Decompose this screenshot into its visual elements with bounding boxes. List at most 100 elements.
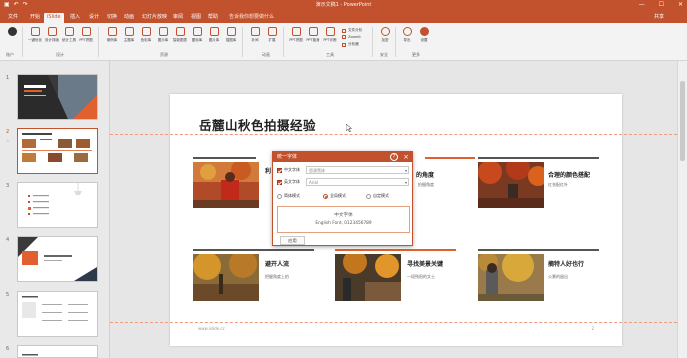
image-library-button[interactable]: 图片库 [206, 26, 222, 50]
mode-radio-simple[interactable]: 简体模式 [277, 193, 300, 199]
lock-icon [380, 27, 390, 36]
theme-library-button[interactable]: 主题库 [121, 26, 137, 50]
tab-slideshow[interactable]: 幻灯片放映 [139, 13, 170, 23]
thumb-number: 6 [6, 346, 10, 352]
tab-design[interactable]: 设计 [86, 13, 102, 23]
slide-title[interactable]: 岳麓山秋色拍摄经验 [199, 115, 316, 134]
card-top-bar [193, 249, 314, 251]
slide-footer-website: www.islide.cc [198, 326, 225, 331]
one-click-optimize-button[interactable]: 一键优化 [27, 26, 43, 50]
radio-icon[interactable] [277, 193, 282, 199]
group-more-label: 更多 [412, 52, 420, 57]
unify-font-dialog: 统一字体 ? × 中文字体 思源黑体 ▾ 英文字体 Arial ▾ 简体模式 全… [272, 151, 413, 246]
puzzle-icon [81, 27, 91, 36]
settings-button[interactable]: 设置 [416, 26, 432, 50]
english-font-select[interactable]: Arial ▾ [306, 178, 409, 186]
stats-tool-button[interactable]: 统计工具 [61, 26, 77, 50]
analyzer-item[interactable]: 分析器 [342, 42, 359, 47]
slide-thumbnail-1[interactable] [17, 74, 98, 120]
photo-autumn-trees[interactable] [478, 162, 544, 208]
tab-home[interactable]: 开始 [27, 13, 43, 23]
maximize-icon[interactable]: ☐ [659, 1, 664, 8]
mode-radio-custom[interactable]: 自定模式 [366, 193, 389, 199]
minimize-icon[interactable]: — [639, 1, 645, 8]
tab-animations[interactable]: 动画 [121, 13, 137, 23]
tab-islide[interactable]: iSlide [44, 13, 64, 23]
tab-review[interactable]: 审阅 [170, 13, 186, 23]
window-controls: — ☐ ✕ [639, 1, 683, 8]
mode-radio-global[interactable]: 全局模式 [323, 193, 346, 199]
tab-view[interactable]: 视图 [188, 13, 204, 23]
ribbon: 账户 一键优化 设计排版 统计工具 PPT拼图 设计 案例库 主题库 色彩库 图… [0, 23, 687, 61]
smart-guide-line [110, 134, 677, 135]
extend-button[interactable]: 扩展 [264, 26, 280, 50]
slide-thumbnail-5[interactable] [17, 291, 98, 337]
photo-autumn-hill[interactable] [193, 254, 259, 301]
export-button[interactable]: 导出 [399, 26, 415, 50]
thumb-number: 4 [6, 237, 10, 243]
case-library-button[interactable]: 案例库 [104, 26, 120, 50]
color-library-button[interactable]: 色彩库 [138, 26, 154, 50]
radio-icon[interactable] [366, 193, 371, 199]
chinese-font-checkbox[interactable]: 中文字体 [277, 167, 300, 173]
design-layout-button[interactable]: 设计排版 [44, 26, 60, 50]
group-account-label: 账户 [6, 52, 14, 57]
title-bar: ▣ ↶ ↷ 演示文稿1 - PowerPoint — ☐ ✕ [0, 0, 687, 12]
tell-me-search[interactable]: 告诉我你想要做什么 [226, 13, 277, 23]
checkbox-checked-icon[interactable] [277, 167, 282, 173]
ribbon-separator [22, 27, 23, 57]
apply-button[interactable]: 应用 [280, 236, 305, 245]
ribbon-separator [98, 27, 99, 57]
file-analysis-item[interactable]: 文件分析 [342, 28, 362, 33]
photo-art [478, 254, 544, 301]
icon-library-button[interactable]: 图标库 [189, 26, 205, 50]
photo-autumn-woman-red[interactable] [193, 162, 259, 208]
slide-thumbnail-3[interactable] [17, 182, 98, 228]
illustration-library-button[interactable]: 插图库 [223, 26, 239, 50]
tab-transitions[interactable]: 切换 [104, 13, 120, 23]
diagram-icon [158, 27, 168, 36]
tab-file[interactable]: 文件 [5, 13, 21, 23]
tab-insert[interactable]: 插入 [67, 13, 83, 23]
slide-thumbnail-4[interactable] [17, 236, 98, 282]
photo-art [193, 254, 259, 301]
card-subtitle: 公景的留出 [548, 274, 568, 279]
card-title-partial: 利 [265, 168, 272, 175]
tween-button[interactable]: 补间 [247, 26, 263, 50]
layout-icon [47, 27, 57, 36]
smart-chart-button[interactable]: 智能图表 [172, 26, 188, 50]
thumbnail-art [18, 237, 97, 281]
slide-thumbnail-6[interactable] [17, 345, 98, 358]
photo-photographer[interactable] [478, 254, 544, 301]
thumbnail-art [22, 133, 92, 162]
chinese-font-select[interactable]: 思源黑体 ▾ [306, 166, 409, 174]
ppt-slim-button[interactable]: PPT瘦身 [305, 26, 321, 50]
radio-selected-icon[interactable] [323, 193, 328, 199]
card-title: 合理的颜色搭配 [548, 172, 591, 179]
close-icon[interactable]: × [403, 152, 409, 162]
optimize-icon [30, 27, 40, 36]
scrollbar-thumb[interactable] [680, 81, 685, 161]
card-title: 寻找美景关键 [407, 261, 444, 268]
tween-icon [250, 27, 260, 36]
encrypt-button[interactable]: 加密 [377, 26, 393, 50]
account-button[interactable] [4, 26, 20, 50]
close-icon[interactable]: ✕ [678, 1, 683, 8]
ppt-diagnose-button[interactable]: PPT诊断 [322, 26, 338, 50]
ppt-puzzle-button[interactable]: PPT拼图 [78, 26, 94, 50]
checkbox-checked-icon[interactable] [277, 179, 282, 185]
diagram-library-button[interactable]: 图示库 [155, 26, 171, 50]
card-title: 摘特人好也行 [548, 261, 585, 268]
ppt-puzzle-tool-button[interactable]: PPT拼图 [288, 26, 304, 50]
tab-help[interactable]: 帮助 [205, 13, 221, 23]
slide-thumbnail-2[interactable] [17, 128, 98, 174]
english-font-checkbox[interactable]: 英文字体 [277, 179, 300, 185]
zoomit-item[interactable]: Zoomit [342, 35, 361, 39]
vertical-scrollbar[interactable] [677, 61, 687, 358]
thumbnail-art [22, 354, 38, 356]
theme-icon [124, 27, 134, 36]
share-button[interactable]: 共享 [651, 13, 667, 23]
photo-autumn-stairs[interactable] [335, 254, 401, 301]
ribbon-separator [372, 27, 373, 57]
help-icon[interactable]: ? [390, 153, 398, 161]
